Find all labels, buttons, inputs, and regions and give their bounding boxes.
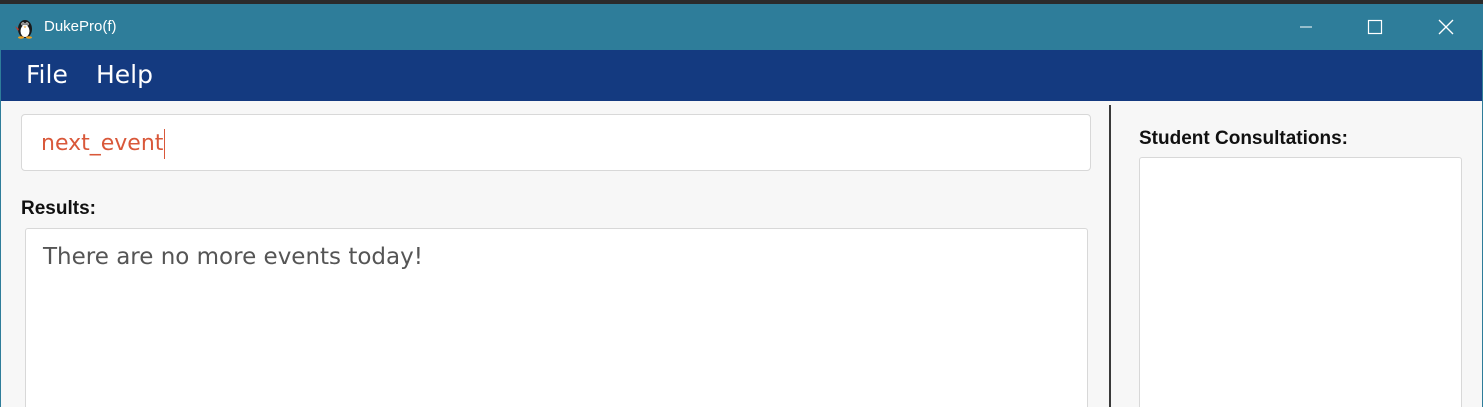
text-caret <box>164 129 166 159</box>
command-input[interactable]: next_event <box>21 114 1091 171</box>
results-text: There are no more events today! <box>43 244 423 270</box>
command-text: next_event <box>41 131 164 156</box>
menu-help[interactable]: Help <box>96 60 153 90</box>
app-window: DukePro(f) File Help next_event Results: <box>0 4 1483 407</box>
menu-bar: File Help <box>1 50 1482 101</box>
minimize-button[interactable] <box>1271 4 1341 50</box>
results-label: Results: <box>21 198 96 219</box>
command-input-value: next_event <box>41 129 166 159</box>
main-content: next_event Results: There are no more ev… <box>1 101 1482 407</box>
close-icon <box>1438 19 1454 35</box>
penguin-icon <box>15 20 32 39</box>
consultations-list[interactable] <box>1139 157 1462 407</box>
maximize-icon <box>1367 19 1383 35</box>
close-button[interactable] <box>1411 4 1481 50</box>
maximize-button[interactable] <box>1340 4 1410 50</box>
title-bar[interactable]: DukePro(f) <box>1 4 1482 50</box>
consultations-label: Student Consultations: <box>1139 128 1348 149</box>
split-divider[interactable] <box>1109 105 1111 407</box>
window-title: DukePro(f) <box>44 18 117 35</box>
minimize-icon <box>1300 26 1312 28</box>
results-display[interactable]: There are no more events today! <box>25 228 1088 407</box>
menu-file[interactable]: File <box>26 60 68 90</box>
